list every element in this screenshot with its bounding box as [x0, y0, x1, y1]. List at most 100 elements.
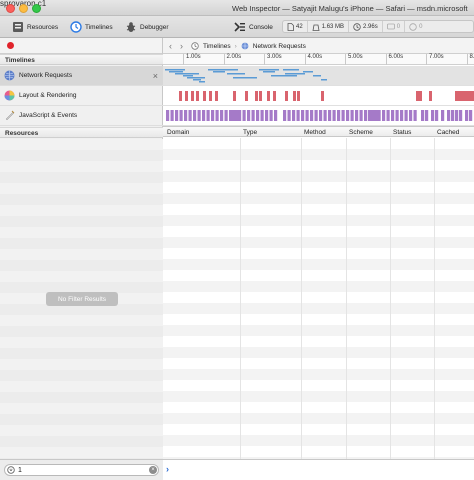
javascript-event-bar [314, 110, 318, 121]
sidebar-item-label: Layout & Rendering [19, 92, 77, 99]
layout-event-bar [416, 91, 422, 101]
console-prompt-bar[interactable]: › [163, 459, 474, 480]
sidebar-item-network-requests[interactable]: Network Requests × [0, 66, 163, 86]
javascript-event-bar [459, 110, 463, 121]
resource-list-row [0, 436, 163, 447]
timeline-ruler[interactable]: 1.00s 2.00s 3.00s 4.00s 5.00s 6.00s 7.00s 8.00s [163, 54, 474, 65]
layout-rendering-lane[interactable] [163, 86, 474, 106]
forward-arrow-icon[interactable]: › [180, 41, 183, 51]
table-row [163, 336, 474, 347]
tab-resources[interactable]: Resources [12, 20, 58, 34]
console-icon [234, 22, 245, 32]
maximize-window-button[interactable] [32, 4, 41, 13]
javascript-event-bar [188, 110, 192, 121]
javascript-event-bar [359, 110, 363, 121]
ruler-tick-label: 5.00s [345, 54, 363, 65]
table-row [163, 160, 474, 171]
sidebar: Timelines Network Requests × Layout & Re… [0, 54, 163, 480]
resource-count[interactable]: 42 [283, 21, 308, 32]
tab-debugger[interactable]: Debugger [125, 20, 169, 34]
no-filter-results-label: No Filter Results [46, 292, 118, 306]
javascript-event-bar [220, 110, 224, 121]
table-row [163, 391, 474, 402]
sidebar-item-layout-rendering[interactable]: Layout & Rendering [0, 86, 163, 106]
resource-list-row [0, 227, 163, 238]
ruler-tick-label: 8.00s [466, 54, 474, 65]
javascript-events-icon [5, 110, 15, 121]
network-request-bar [227, 73, 245, 75]
javascript-event-bar [328, 110, 332, 121]
sidebar-item-javascript-events[interactable]: JavaScript & Events [0, 106, 163, 126]
layout-event-bar [455, 91, 474, 101]
minimize-window-button[interactable] [19, 4, 28, 13]
table-row [163, 325, 474, 336]
table-row [163, 226, 474, 237]
column-status[interactable]: Status [393, 129, 411, 136]
layout-event-bar [196, 91, 199, 101]
javascript-event-bar [341, 110, 345, 121]
javascript-event-bar [404, 110, 408, 121]
javascript-event-bar [455, 110, 459, 121]
javascript-event-bar [451, 110, 455, 121]
javascript-event-bar [310, 110, 314, 121]
column-divider [390, 138, 391, 460]
error-count[interactable]: 0 [405, 21, 426, 32]
network-requests-graph [165, 69, 327, 83]
transfer-size[interactable]: 1.63 MB [308, 21, 350, 32]
filter-input[interactable] [4, 464, 159, 476]
network-request-bar [199, 81, 205, 83]
ruler-tick-label: 2.00s [223, 54, 241, 65]
resource-list-row [0, 381, 163, 392]
layout-event-bar [297, 91, 300, 101]
column-cached[interactable]: Cached [437, 129, 459, 136]
layout-event-bar [259, 91, 262, 101]
filter-bar: × [0, 459, 163, 480]
column-type[interactable]: Type [243, 129, 257, 136]
close-icon[interactable]: × [153, 71, 158, 81]
window-title: Web Inspector — Satyajit Malugu's iPhone… [232, 4, 468, 13]
javascript-event-bar [179, 110, 183, 121]
table-row [163, 259, 474, 270]
javascript-event-bar [197, 110, 201, 121]
javascript-event-bar [175, 110, 179, 121]
layout-rendering-icon [4, 90, 15, 101]
close-window-button[interactable] [6, 4, 15, 13]
activity-status: 42 1.63 MB 2.96s 0 0 [282, 20, 474, 33]
network-request-bar [313, 75, 321, 77]
column-domain[interactable]: Domain [167, 129, 189, 136]
column-scheme[interactable]: Scheme [349, 129, 373, 136]
tab-debugger-label: Debugger [140, 23, 169, 31]
network-requests-lane[interactable] [163, 66, 474, 86]
record-button[interactable] [7, 42, 14, 49]
network-request-bar [175, 73, 199, 75]
javascript-events-lane[interactable] [163, 106, 474, 126]
javascript-event-bar [274, 110, 278, 121]
network-request-bar [321, 79, 327, 81]
load-time[interactable]: 2.96s [349, 21, 383, 32]
javascript-event-bar [296, 110, 300, 121]
javascript-event-bar [350, 110, 354, 121]
javascript-event-bar [229, 110, 241, 121]
javascript-event-bar [242, 110, 246, 121]
tab-timelines[interactable]: Timelines [70, 20, 113, 34]
debugger-icon [126, 22, 136, 32]
layout-event-bar [191, 91, 194, 101]
javascript-events-graph [166, 110, 473, 121]
column-method[interactable]: Method [304, 129, 326, 136]
log-count[interactable]: 0 [383, 21, 406, 32]
javascript-event-bar [251, 110, 255, 121]
javascript-event-bar [283, 110, 287, 121]
javascript-event-bar [215, 110, 219, 121]
breadcrumb-network-requests[interactable]: Network Requests [253, 43, 306, 50]
column-divider [301, 138, 302, 460]
console-button[interactable]: Console [234, 20, 273, 34]
network-request-bar [213, 71, 225, 73]
toolbar: Resources Timelines Debugger Console 42 … [0, 16, 474, 38]
javascript-event-bar [382, 110, 386, 121]
console-label: Console [249, 23, 273, 31]
breadcrumb-timelines[interactable]: Timelines [203, 43, 231, 50]
javascript-event-bar [465, 110, 469, 121]
table-row [163, 402, 474, 413]
clear-filter-icon[interactable]: × [149, 466, 157, 474]
back-arrow-icon[interactable]: ‹ [169, 41, 172, 51]
